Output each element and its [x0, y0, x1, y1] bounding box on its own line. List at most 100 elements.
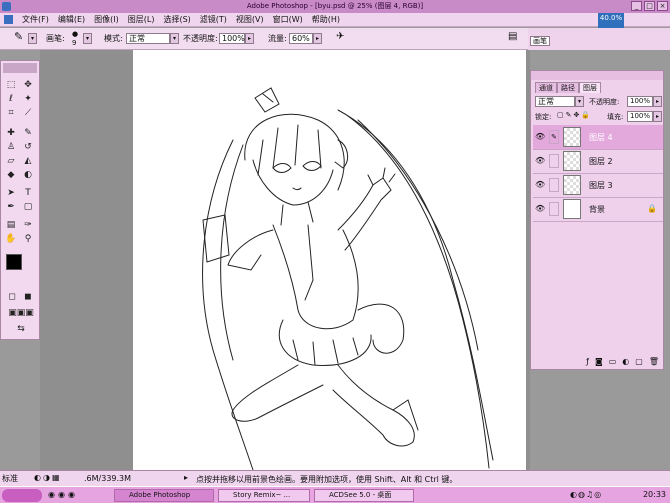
pen-tool-icon[interactable]: ✒ — [4, 201, 18, 213]
tool-preset-dropdown[interactable]: ▾ — [28, 33, 37, 44]
layer-thumbnail — [563, 151, 581, 171]
menu-app-icon[interactable] — [4, 15, 13, 24]
healing-brush-icon[interactable]: ✚ — [4, 127, 18, 139]
tab-paths[interactable]: 路径 — [557, 82, 579, 93]
taskbar-item-story-remix[interactable]: Story Remix~ ... — [218, 489, 310, 502]
layer-blend-mode-dropdown[interactable]: ▾ — [575, 96, 584, 107]
palette-toggle-icon[interactable]: ▤ — [508, 31, 517, 42]
layer-opacity-label: 不透明度: — [589, 98, 620, 106]
layer-name: 图层 4 — [589, 133, 613, 142]
brush-tool-icon[interactable]: ✎ — [21, 127, 35, 139]
quick-launch-icons[interactable]: ◉◉◉ — [48, 490, 78, 499]
menu-image[interactable]: 图像(I) — [94, 14, 119, 25]
notes-tool-icon[interactable]: ▤ — [4, 219, 18, 231]
new-layer-icon[interactable]: ▢ — [635, 357, 643, 366]
slice-tool-icon[interactable]: ⟋ — [21, 107, 35, 119]
shape-tool-icon[interactable]: ▢ — [21, 201, 35, 213]
layer-row[interactable]: 👁 背景 🔒 — [533, 197, 663, 222]
flow-dropdown[interactable]: ▸ — [313, 33, 322, 44]
screen-mode-buttons[interactable]: ◐◑▦ — [34, 473, 62, 482]
mode-dropdown[interactable]: ▾ — [170, 33, 179, 44]
link-indicator-icon[interactable] — [549, 154, 559, 168]
menu-layer[interactable]: 图层(L) — [128, 14, 155, 25]
layer-opacity-input[interactable]: 100% — [627, 96, 653, 107]
paint-bucket-icon[interactable]: ◭ — [21, 155, 35, 167]
stamp-tool-icon[interactable]: ♙ — [4, 141, 18, 153]
link-indicator-icon[interactable] — [549, 178, 559, 192]
minimize-button[interactable]: _ — [631, 1, 642, 11]
taskbar-item-acdsee[interactable]: ACDSee 5.0 - 桌面 — [314, 489, 414, 502]
menu-help[interactable]: 帮助(H) — [312, 14, 340, 25]
dodge-tool-icon[interactable]: ◐ — [21, 169, 35, 181]
magic-wand-icon[interactable]: ✦ — [21, 93, 35, 105]
lasso-tool-icon[interactable]: ℓ — [4, 93, 18, 105]
taskbar-item-photoshop[interactable]: Adobe Photoshop — [114, 489, 214, 502]
lock-icons[interactable]: ▢✎✥🔒 — [557, 111, 592, 119]
layer-row[interactable]: 👁 图层 2 — [533, 149, 663, 174]
screen-mode-icons[interactable]: ▣▣▣ — [3, 307, 39, 319]
opacity-input[interactable]: 100% — [219, 33, 245, 44]
foreground-color-swatch[interactable] — [6, 254, 22, 270]
window-controls: _ □ × — [631, 1, 668, 11]
menu-select[interactable]: 选择(S) — [163, 14, 190, 25]
layer-blend-mode-select[interactable]: 正常 — [535, 96, 575, 107]
opacity-dropdown[interactable]: ▸ — [245, 33, 254, 44]
layer-opacity-slider-button[interactable]: ▸ — [653, 96, 662, 107]
menu-edit[interactable]: 编辑(E) — [58, 14, 85, 25]
menu-file[interactable]: 文件(F) — [22, 14, 49, 25]
eye-icon[interactable]: 👁 — [535, 180, 545, 190]
layer-mask-icon[interactable]: ◙ — [595, 357, 603, 366]
adjustment-layer-icon[interactable]: ◐ — [622, 357, 629, 366]
type-tool-icon[interactable]: T — [21, 187, 35, 199]
path-select-icon[interactable]: ➤ — [4, 187, 18, 199]
status-arrow-icon[interactable]: ▸ — [184, 473, 188, 482]
history-brush-icon[interactable]: ↺ — [21, 141, 35, 153]
jump-to-imageready-icon[interactable]: ⇆ — [3, 323, 39, 335]
tab-layers[interactable]: 图层 — [579, 82, 601, 93]
eye-icon[interactable]: 👁 — [535, 156, 545, 166]
standard-mode-icon[interactable]: ◻ — [5, 291, 19, 303]
menu-window[interactable]: 窗口(W) — [273, 14, 303, 25]
brush-tool-icon[interactable]: ✎ — [14, 30, 23, 43]
brush-indicator-icon[interactable]: ✎ — [549, 130, 559, 144]
mode-select[interactable]: 正常 — [126, 33, 170, 44]
tab-channels[interactable]: 通道 — [535, 82, 557, 93]
airbrush-icon[interactable]: ✈ — [336, 31, 344, 42]
quickmask-mode-icon[interactable]: ◼ — [21, 291, 35, 303]
fill-input[interactable]: 100% — [627, 111, 653, 122]
toolbox-header[interactable] — [3, 63, 37, 73]
eraser-tool-icon[interactable]: ▱ — [4, 155, 18, 167]
palette-well-brush-tab[interactable]: 画笔 — [530, 36, 550, 46]
start-button[interactable] — [2, 489, 42, 502]
layer-row[interactable]: 👁 ✎ 图层 4 — [533, 125, 663, 150]
hand-tool-icon[interactable]: ✋ — [4, 233, 18, 245]
layer-row[interactable]: 👁 图层 3 — [533, 173, 663, 198]
delete-layer-icon[interactable]: 🗑 — [649, 357, 659, 366]
move-tool-icon[interactable]: ✥ — [21, 79, 35, 91]
link-indicator-icon[interactable] — [549, 202, 559, 216]
system-tray-icons[interactable]: ◐◍♫◎ — [570, 490, 602, 499]
blur-tool-icon[interactable]: ◆ — [4, 169, 18, 181]
document-canvas[interactable] — [133, 50, 526, 470]
maximize-button[interactable]: □ — [644, 1, 655, 11]
new-set-icon[interactable]: ▭ — [609, 357, 617, 366]
layer-style-icon[interactable]: ƒ — [586, 357, 589, 366]
taskbar-clock: 20:33 — [642, 490, 666, 499]
layers-panel-header[interactable] — [531, 71, 663, 80]
brush-size: 9 — [72, 39, 77, 47]
marquee-tool-icon[interactable]: ⬚ — [4, 79, 18, 91]
crop-tool-icon[interactable]: ⌗ — [4, 107, 18, 119]
toolbox-mode-indicator[interactable]: 标准 — [2, 473, 18, 484]
flow-input[interactable]: 60% — [289, 33, 313, 44]
zoom-tool-icon[interactable]: ⚲ — [21, 233, 35, 245]
fill-slider-button[interactable]: ▸ — [653, 111, 662, 122]
eyedropper-icon[interactable]: ✑ — [21, 219, 35, 231]
lock-icon: 🔒 — [647, 204, 657, 213]
close-button[interactable]: × — [657, 1, 668, 11]
menu-view[interactable]: 视图(V) — [236, 14, 264, 25]
menu-filter[interactable]: 滤镜(T) — [200, 14, 227, 25]
menu-bar: 文件(F) 编辑(E) 图像(I) 图层(L) 选择(S) 滤镜(T) 视图(V… — [0, 13, 670, 27]
brush-picker-dropdown[interactable]: ▾ — [83, 33, 92, 44]
eye-icon[interactable]: 👁 — [535, 204, 545, 214]
eye-icon[interactable]: 👁 — [535, 132, 545, 142]
